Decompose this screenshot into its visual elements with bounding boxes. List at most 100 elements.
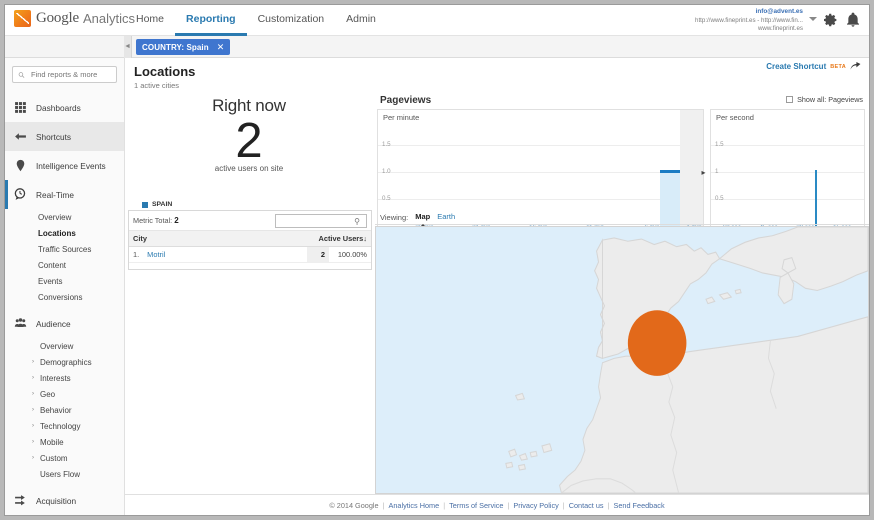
sub-label: Locations <box>38 228 76 238</box>
map-view-toggle: Viewing: Map Earth <box>375 210 869 227</box>
top-bar: Google Analytics Home Reporting Customiz… <box>5 5 869 36</box>
account-selector[interactable]: info@advent.es http://www.fineprint.es -… <box>695 8 817 34</box>
sidebar-item-realtime-content[interactable]: Content <box>5 257 124 273</box>
table-search-box[interactable]: ⚲ <box>275 214 367 228</box>
sidebar-item-realtime-locations[interactable]: Locations <box>5 225 124 241</box>
sidebar-item-realtime-conversions[interactable]: Conversions <box>5 289 124 305</box>
sidebar-item-audience-behavior[interactable]: › Behavior <box>5 402 124 418</box>
sidebar-item-audience-demographics[interactable]: › Demographics <box>5 354 124 370</box>
chevron-right-icon[interactable]: ▸ <box>699 167 708 178</box>
brand-google: Google <box>36 10 79 26</box>
chevron-right-icon: › <box>32 423 34 429</box>
footer-link-contact-us[interactable]: Contact us <box>569 501 604 510</box>
row-percent: 100.00% <box>329 246 371 263</box>
sidebar-item-users-flow[interactable]: Users Flow <box>5 466 124 482</box>
sidebar-item-audience[interactable]: Audience <box>5 309 124 338</box>
segment-pill-country[interactable]: COUNTRY: Spain ✕ <box>136 39 231 55</box>
sidebar-item-acquisition[interactable]: Acquisition <box>5 486 124 515</box>
footer-link-send-feedback[interactable]: Send Feedback <box>613 501 664 510</box>
checkbox-icon[interactable] <box>786 96 794 103</box>
city-link[interactable]: Motril <box>147 250 165 259</box>
sidebar-item-label: Real-Time <box>36 189 74 200</box>
search-reports-box[interactable] <box>12 66 117 83</box>
bell-icon[interactable] <box>845 12 861 28</box>
realtime-map[interactable] <box>375 226 869 494</box>
row-index: 1. <box>129 246 144 263</box>
show-all-pageviews-toggle[interactable]: Show all: Pageviews <box>786 95 863 104</box>
nav-admin[interactable]: Admin <box>335 5 387 36</box>
sidebar-item-realtime-overview[interactable]: Overview <box>5 209 124 225</box>
close-icon[interactable]: ✕ <box>217 42 225 53</box>
footer-link-terms-of-service[interactable]: Terms of Service <box>449 501 503 510</box>
sidebar-item-intelligence-events[interactable]: Intelligence Events <box>5 151 124 180</box>
y-tick-label: 0.5 <box>382 195 391 202</box>
row-city[interactable]: Motril <box>143 246 307 263</box>
canary-island-3 <box>529 450 538 458</box>
country-legend: SPAIN <box>142 201 172 208</box>
y-tick-label: 1.5 <box>382 141 391 148</box>
sidebar-item-shortcuts[interactable]: Shortcuts <box>5 122 124 151</box>
sub-label: Technology <box>40 421 81 431</box>
separator: | <box>607 501 610 510</box>
sidebar-item-real-time[interactable]: Real-Time <box>5 180 124 209</box>
table-toolbar: Metric Total: 2 ⚲ <box>129 211 371 231</box>
separator: | <box>507 501 510 510</box>
account-property: http://www.fineprint.es - http://www.fin… <box>695 16 803 24</box>
separator: | <box>382 501 385 510</box>
sub-label: Overview <box>38 212 72 222</box>
chevron-right-icon: › <box>32 407 34 413</box>
segment-bar: ◄ COUNTRY: Spain ✕ <box>5 36 869 58</box>
share-icon[interactable] <box>850 62 861 71</box>
sub-label: Users Flow <box>40 469 81 479</box>
y-tick-label: 0.5 <box>715 195 724 202</box>
sidebar-item-audience-interests[interactable]: › Interests <box>5 370 124 386</box>
sub-label: Traffic Sources <box>38 244 92 254</box>
sub-label: Behavior <box>40 405 72 415</box>
sidebar-item-realtime-events[interactable]: Events <box>5 273 124 289</box>
tab-map[interactable]: Map <box>415 212 430 227</box>
audience-subnav: Overview › Demographics › Interests › Geo ›… <box>5 338 124 486</box>
google-analytics-logo-icon <box>14 10 31 27</box>
map-marker-motril[interactable] <box>627 310 687 376</box>
sidebar-item-audience-overview[interactable]: Overview <box>5 338 124 354</box>
y-tick-label: 1 <box>715 168 719 175</box>
sidebar-item-audience-mobile[interactable]: › Mobile <box>5 434 124 450</box>
sidebar-item-dashboards[interactable]: Dashboards <box>5 93 124 122</box>
footer-link-privacy-policy[interactable]: Privacy Policy <box>513 501 558 510</box>
sub-label: Events <box>38 276 63 286</box>
chevron-right-icon: › <box>32 375 34 381</box>
sidebar-item-audience-technology[interactable]: › Technology <box>5 418 124 434</box>
column-header-city[interactable]: City <box>129 231 307 247</box>
legend-label: SPAIN <box>152 201 173 208</box>
sidebar-primary-nav: Dashboards Shortcuts Intelligence Events <box>5 93 124 516</box>
table-search-input[interactable] <box>276 215 350 227</box>
tab-earth[interactable]: Earth <box>437 212 455 223</box>
sidebar-item-realtime-traffic-sources[interactable]: Traffic Sources <box>5 241 124 257</box>
separator: | <box>443 501 446 510</box>
sub-label: Geo <box>40 389 56 399</box>
brand-logo[interactable]: Google Analytics <box>14 10 135 27</box>
chart-per-second-title: Per second <box>716 113 754 122</box>
metric-total: Metric Total: 2 <box>133 216 179 225</box>
gear-icon[interactable] <box>823 12 839 28</box>
sidebar-item-audience-geo[interactable]: › Geo <box>5 386 124 402</box>
collapse-sidebar-icon[interactable]: ◄ <box>124 36 132 58</box>
canary-island-4 <box>541 443 553 454</box>
nav-customization[interactable]: Customization <box>247 5 336 36</box>
column-header-active-users[interactable]: Active Users↓ <box>307 231 371 247</box>
search-input[interactable] <box>29 69 111 80</box>
table-row[interactable]: 1. Motril 2 100.00% <box>129 246 371 263</box>
search-icon[interactable]: ⚲ <box>350 217 364 226</box>
map-canvas[interactable] <box>376 227 868 493</box>
footer-link-analytics-home[interactable]: Analytics Home <box>389 501 440 510</box>
create-shortcut-button[interactable]: Create Shortcut <box>766 62 826 71</box>
nav-home[interactable]: Home <box>125 5 175 36</box>
sidebar-item-audience-custom[interactable]: › Custom <box>5 450 124 466</box>
create-shortcut-group[interactable]: Create Shortcut BETA <box>766 62 861 71</box>
canary-island-5 <box>505 461 514 469</box>
sidebar-item-label: Intelligence Events <box>36 160 106 171</box>
sub-label: Demographics <box>40 357 92 367</box>
page-footer: © 2014 Google | Analytics Home | Terms o… <box>125 494 869 515</box>
sidebar-item-behavior[interactable]: Behavior <box>5 515 124 516</box>
nav-reporting[interactable]: Reporting <box>175 5 247 36</box>
